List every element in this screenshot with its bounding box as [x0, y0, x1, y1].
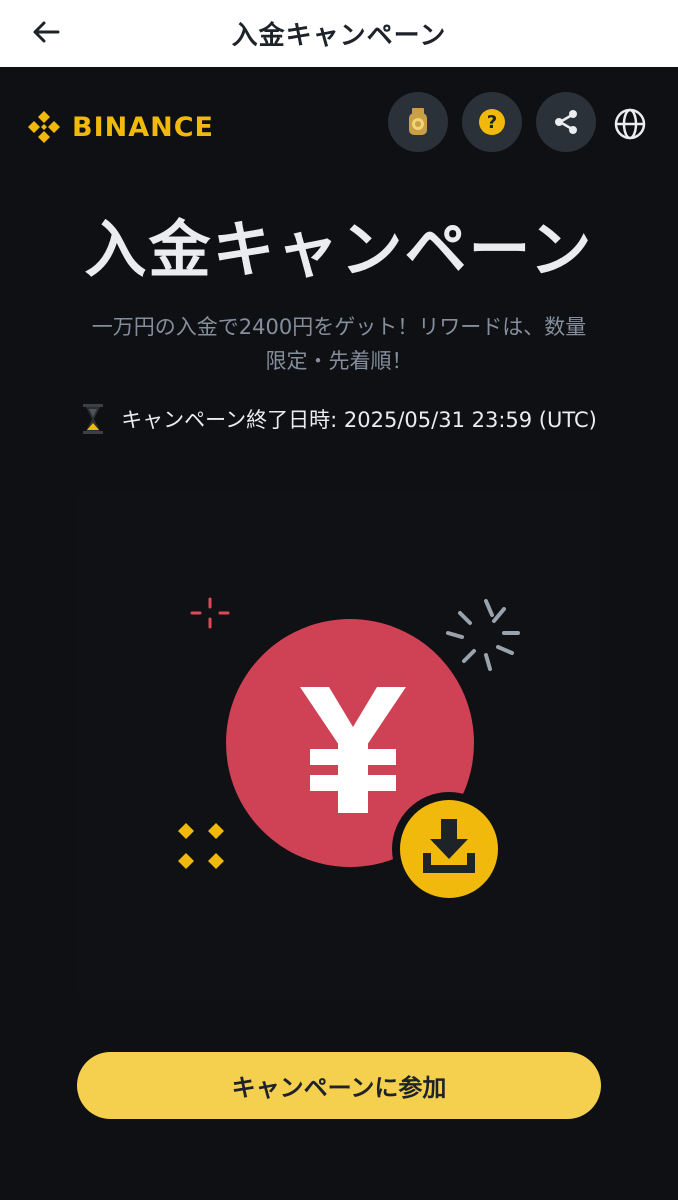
brand-name: BINANCE	[72, 111, 214, 143]
campaign-content: BINANCE ? 入金キャンペーン 一万円の入金で2400円をゲット！リワード…	[0, 67, 678, 1200]
binance-logo-icon	[28, 111, 60, 143]
subtitle-line-2: 限定・先着順！	[265, 349, 413, 373]
subtitle-line-1: 一万円の入金で2400円をゲット！リワードは、数量	[91, 315, 587, 339]
share-icon	[555, 110, 577, 134]
rewards-button[interactable]	[388, 92, 448, 152]
deposit-illustration	[178, 597, 520, 906]
help-icon: ?	[479, 109, 505, 135]
share-button[interactable]	[536, 92, 596, 152]
language-button[interactable]	[610, 104, 650, 144]
red-sparkle-icon	[190, 597, 230, 629]
top-bar: 入金キャンペーン	[0, 0, 678, 67]
page-title: 入金キャンペーン	[231, 21, 447, 51]
yellow-diamonds-icon	[178, 823, 224, 869]
medal-icon	[409, 108, 427, 135]
globe-icon	[614, 108, 646, 140]
back-arrow-icon	[33, 21, 60, 43]
svg-text:?: ?	[487, 112, 497, 133]
gray-burst-icon	[446, 599, 520, 671]
join-campaign-label: キャンペーンに参加	[231, 1074, 447, 1102]
help-button[interactable]: ?	[462, 92, 522, 152]
binance-logo[interactable]: BINANCE	[26, 107, 214, 147]
hourglass-icon	[83, 404, 104, 434]
back-button[interactable]	[28, 14, 64, 50]
campaign-subtitle: 一万円の入金で2400円をゲット！リワードは、数量 限定・先着順！	[50, 310, 628, 378]
campaign-illustration	[78, 491, 600, 999]
end-time-text: キャンペーン終了日時: 2025/05/31 23:59 (UTC)	[121, 408, 597, 432]
campaign-title: 入金キャンペーン	[84, 213, 594, 286]
join-campaign-button[interactable]: キャンペーンに参加	[77, 1052, 601, 1119]
campaign-end-time: キャンペーン終了日時: 2025/05/31 23:59 (UTC)	[0, 403, 678, 435]
